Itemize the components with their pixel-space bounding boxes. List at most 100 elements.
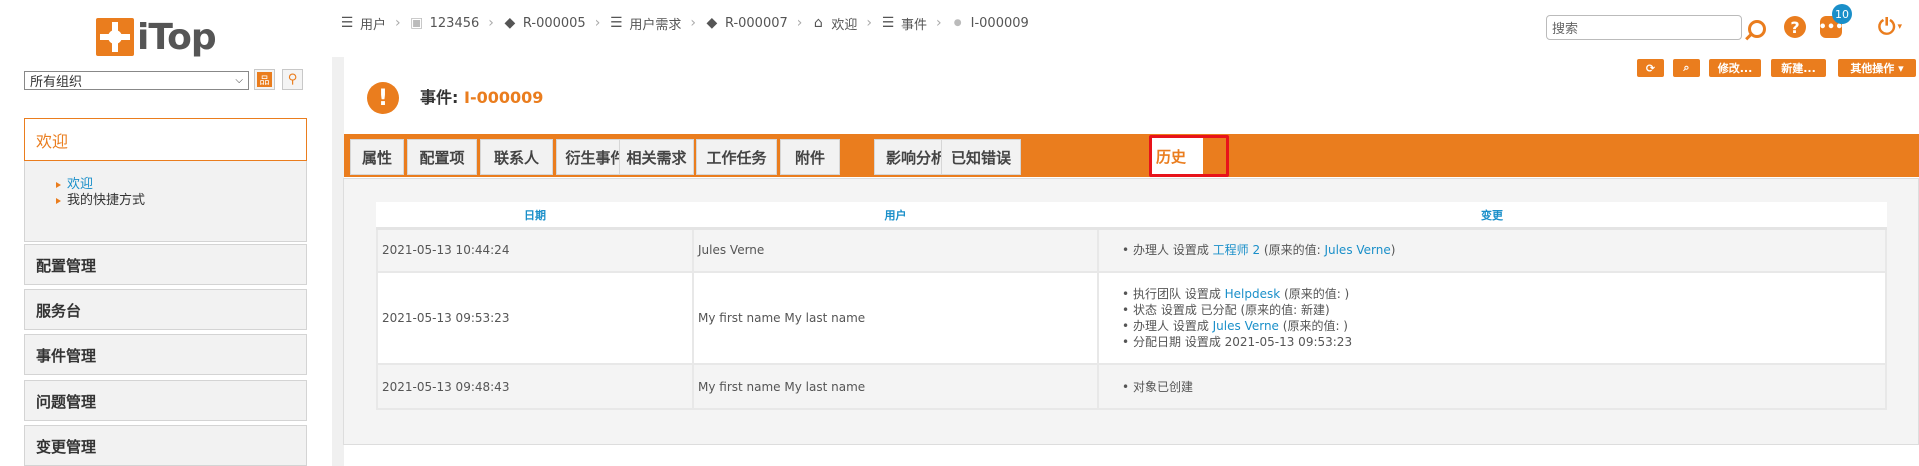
change-link[interactable]: Jules Verne (1324, 243, 1390, 257)
table-row: 2021-05-13 09:53:23 My first name My last… (376, 271, 1887, 365)
breadcrumb-separator: › (395, 15, 401, 31)
itop-logo[interactable]: iTop (96, 16, 217, 58)
change-text: 对象已创建 (1133, 379, 1194, 394)
breadcrumb-label: 123456 (429, 15, 480, 31)
breadcrumb-separator: › (594, 15, 601, 31)
breadcrumb-item[interactable]: ☰ 用户需求 (609, 14, 681, 33)
welcome-menu-item[interactable]: 我的快捷方式 (56, 193, 306, 209)
date-cell: 2021-05-13 10:44:24 (376, 227, 694, 273)
breadcrumb-item[interactable]: ☰ 用户 (340, 14, 386, 33)
change-item: 对象已创建 (1122, 379, 1885, 395)
user-cell: Jules Verne (692, 227, 1099, 273)
menu-group[interactable]: 问题管理 (24, 380, 307, 421)
breadcrumb-separator: › (488, 15, 494, 31)
tab[interactable]: 配置项 (407, 139, 477, 175)
change-text: 办理人 设置成 (1133, 319, 1213, 333)
search-input[interactable]: 搜索 (1546, 15, 1742, 40)
breadcrumb-item[interactable]: ◆ R-000007 (705, 15, 788, 31)
search-button[interactable]: ⌕ (1673, 59, 1700, 77)
table-row: 2021-05-13 09:48:43 My first name My last… (376, 363, 1887, 410)
menu-group[interactable]: 配置管理 (24, 244, 307, 285)
search-icon[interactable] (1742, 14, 1772, 44)
breadcrumb-item[interactable]: ◆ R-000005 (503, 15, 586, 31)
modify-button[interactable]: 修改... (1709, 59, 1761, 77)
incident-icon: ! (367, 82, 399, 114)
change-text: 状态 设置成 已分配 (原来的值: 新建) (1133, 303, 1330, 317)
tab[interactable]: 联系人 (480, 139, 553, 175)
incident-icon: ● (953, 18, 962, 28)
breadcrumb-item[interactable]: ⌂ 欢迎 (811, 14, 857, 33)
history-panel: 日期 用户 变更 2021-05-13 10:44:24Jules Verne办… (343, 178, 1919, 445)
menu-group-title: 问题管理 (36, 393, 97, 411)
change-text: 执行团队 设置成 (1133, 287, 1225, 301)
help-icon[interactable]: ? (1780, 12, 1810, 42)
tab[interactable]: 已知错误 (941, 139, 1021, 175)
breadcrumb-item[interactable]: ▣ 123456 (410, 15, 480, 31)
left-panel: iTop 所有组织 ⌵ 品 ⚲ 欢迎 欢迎 我的快捷方式 配置管理 服务台 事件管理问… (0, 0, 332, 466)
menu-group-title-welcome[interactable]: 欢迎 (24, 118, 307, 161)
changes-cell: 执行团队 设置成 Helpdesk (原来的值: )状态 设置成 已分配 (原来… (1097, 271, 1887, 365)
history-table: 日期 用户 变更 2021-05-13 10:44:24Jules Verne办… (376, 202, 1887, 410)
organization-select[interactable]: 所有组织 ⌵ (24, 71, 249, 90)
breadcrumb-label: 用户需求 (629, 17, 682, 33)
user-card-icon: ▣ (410, 15, 424, 31)
date-cell: 2021-05-13 09:48:43 (376, 363, 694, 410)
change-link[interactable]: Jules Verne (1213, 319, 1279, 333)
pin-button[interactable]: ⚲ (282, 69, 303, 90)
tab[interactable]: 相关需求 (619, 139, 694, 175)
tab-bar: 属性 配置项 联系人 衍生事件 相关需求 工作任务 附件 影响分析 已知错误 (344, 134, 1919, 177)
menu-group-title: 事件管理 (36, 347, 97, 365)
breadcrumb-separator: › (796, 15, 803, 31)
tab[interactable]: 附件 (780, 139, 840, 175)
welcome-menu-item[interactable]: 欢迎 (56, 177, 306, 193)
list-icon: ☰ (881, 15, 895, 31)
tab[interactable]: 工作任务 (696, 139, 777, 175)
page-title: 事件: I-000009 (420, 84, 543, 108)
power-icon[interactable]: ⏻ ▾ (1872, 12, 1908, 42)
changes-cell: 办理人 设置成 工程师 2 (原来的值: Jules Verne) (1097, 227, 1887, 273)
new-button[interactable]: 新建... (1771, 59, 1826, 77)
column-header-date[interactable]: 日期 (376, 202, 694, 230)
tab[interactable]: 属性 (350, 139, 404, 175)
column-header-user[interactable]: 用户 (692, 202, 1099, 230)
menu-group-welcome: 欢迎 欢迎 我的快捷方式 (24, 118, 307, 242)
breadcrumb-separator: › (866, 15, 872, 31)
date-cell: 2021-05-13 09:53:23 (376, 271, 694, 365)
refresh-button[interactable]: ⟳ (1637, 59, 1664, 77)
breadcrumb-label: I-000009 (970, 15, 1029, 31)
menu-group-title: 服务台 (36, 302, 82, 320)
column-header-changes[interactable]: 变更 (1097, 202, 1887, 230)
breadcrumb-label: R-000007 (724, 15, 788, 31)
breadcrumb-label: R-000005 (522, 15, 586, 31)
menu-group[interactable]: 变更管理 (24, 425, 307, 466)
diamond-icon: ◆ (706, 15, 718, 31)
breadcrumb-item[interactable]: ● I-000009 (951, 16, 1029, 31)
change-link[interactable]: Helpdesk (1225, 287, 1281, 301)
change-item: 执行团队 设置成 Helpdesk (原来的值: ) (1122, 286, 1885, 302)
list-icon: ☰ (340, 15, 354, 31)
menu-group[interactable]: 服务台 (24, 289, 307, 330)
list-icon: ☰ (610, 15, 623, 31)
pin-icon: ⚲ (287, 72, 298, 87)
user-cell: My first name My last name (692, 271, 1099, 365)
organization-select-value: 所有组织 (30, 75, 83, 90)
breadcrumb-separator: › (936, 15, 942, 31)
welcome-menu-list: 欢迎 我的快捷方式 (25, 177, 306, 209)
change-item: 办理人 设置成 Jules Verne (原来的值: ) (1122, 318, 1885, 334)
change-link[interactable]: 工程师 2 (1213, 243, 1260, 257)
breadcrumb-label: 事件 (901, 17, 928, 33)
org-tree-button[interactable]: 品 (254, 69, 275, 90)
change-text: 办理人 设置成 (1133, 243, 1213, 258)
menu-group-title: 配置管理 (36, 257, 97, 275)
menu-group[interactable]: 事件管理 (24, 334, 307, 375)
breadcrumb-item[interactable]: ☰ 事件 (881, 14, 927, 33)
change-item: 分配日期 设置成 2021-05-13 09:53:23 (1122, 334, 1885, 350)
hierarchy-icon: 品 (257, 72, 272, 87)
table-row: 2021-05-13 10:44:24Jules Verne办理人 设置成 工程… (376, 227, 1887, 273)
change-text: ) (1390, 243, 1396, 258)
breadcrumb-label: 用户 (360, 17, 387, 33)
other-actions-button[interactable]: 其他操作 ▾ (1838, 59, 1916, 77)
change-text: (原来的值: ) (1278, 319, 1348, 333)
change-text: (原来的值: (1260, 243, 1325, 258)
menu-group-title: 变更管理 (36, 438, 97, 456)
